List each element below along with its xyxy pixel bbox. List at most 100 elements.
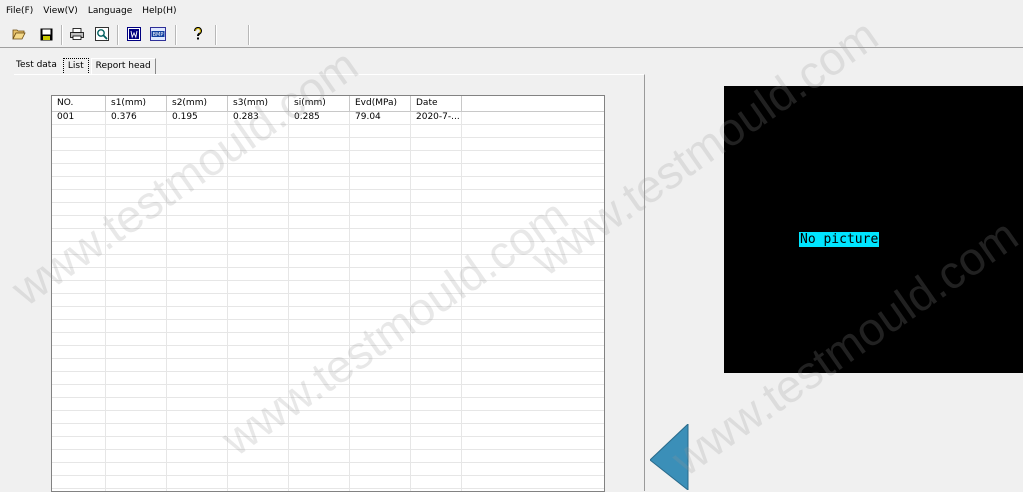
- empty-cell: [350, 151, 411, 163]
- toolbar: BMP: [0, 22, 1023, 48]
- empty-cell: [350, 372, 411, 384]
- empty-cell: [350, 216, 411, 228]
- empty-cell: [228, 268, 289, 280]
- empty-cell: [52, 398, 106, 410]
- empty-cell: [106, 203, 167, 215]
- empty-cell: [289, 333, 350, 345]
- empty-cell: [411, 385, 462, 397]
- cell-s2: 0.195: [167, 112, 228, 124]
- empty-cell: [167, 177, 228, 189]
- empty-cell: [289, 437, 350, 449]
- empty-cell: [289, 268, 350, 280]
- empty-cell: [411, 359, 462, 371]
- empty-cell: [167, 281, 228, 293]
- data-grid[interactable]: NO. s1(mm) s2(mm) s3(mm) si(mm) Evd(MPa)…: [51, 95, 605, 492]
- empty-cell: [52, 151, 106, 163]
- empty-cell: [289, 177, 350, 189]
- tab-test-data[interactable]: Test data: [16, 58, 61, 73]
- no-picture-label: No picture: [799, 232, 880, 247]
- empty-cell: [289, 320, 350, 332]
- empty-row: [52, 450, 604, 463]
- empty-cell: [350, 424, 411, 436]
- tab-strip: Test data List Report head: [16, 58, 158, 75]
- empty-row: [52, 385, 604, 398]
- empty-cell: [228, 138, 289, 150]
- empty-row: [52, 281, 604, 294]
- empty-cell: [228, 177, 289, 189]
- column-header-si[interactable]: si(mm): [289, 96, 350, 111]
- empty-cell: [52, 216, 106, 228]
- toolbar-separator: [175, 25, 177, 45]
- help-icon[interactable]: [189, 25, 207, 43]
- empty-cell: [228, 450, 289, 462]
- empty-cell: [411, 255, 462, 267]
- empty-cell: [167, 320, 228, 332]
- bmp-icon[interactable]: BMP: [149, 25, 167, 43]
- empty-cell: [411, 138, 462, 150]
- empty-cell: [167, 164, 228, 176]
- empty-cell: [106, 385, 167, 397]
- preview-icon[interactable]: [93, 25, 111, 43]
- tab-report-head[interactable]: Report head: [90, 58, 156, 74]
- empty-cell: [167, 437, 228, 449]
- empty-cell: [228, 151, 289, 163]
- empty-cell: [106, 255, 167, 267]
- column-header-no[interactable]: NO.: [52, 96, 106, 111]
- empty-cell: [411, 281, 462, 293]
- column-header-evd[interactable]: Evd(MPa): [350, 96, 411, 111]
- menu-file[interactable]: File(F): [0, 6, 37, 16]
- picture-preview: No picture: [724, 86, 1023, 373]
- empty-cell: [167, 463, 228, 475]
- empty-row: [52, 177, 604, 190]
- empty-cell: [106, 411, 167, 423]
- menu-view[interactable]: View(V): [37, 6, 82, 16]
- export-word-icon[interactable]: [125, 25, 143, 43]
- empty-row: [52, 138, 604, 151]
- empty-cell: [167, 242, 228, 254]
- empty-row: [52, 333, 604, 346]
- print-icon[interactable]: [68, 25, 86, 43]
- empty-cell: [167, 307, 228, 319]
- empty-cell: [350, 177, 411, 189]
- grid-header: NO. s1(mm) s2(mm) s3(mm) si(mm) Evd(MPa)…: [52, 96, 604, 112]
- empty-cell: [52, 463, 106, 475]
- empty-cell: [289, 281, 350, 293]
- column-header-s2[interactable]: s2(mm): [167, 96, 228, 111]
- empty-cell: [52, 476, 106, 488]
- empty-cell: [106, 281, 167, 293]
- table-row[interactable]: 001 0.376 0.195 0.283 0.285 79.04 2020-7…: [52, 112, 604, 125]
- empty-cell: [52, 138, 106, 150]
- save-icon[interactable]: [37, 25, 55, 43]
- column-header-date[interactable]: Date: [411, 96, 462, 111]
- empty-cell: [411, 424, 462, 436]
- empty-cell: [289, 190, 350, 202]
- column-header-s3[interactable]: s3(mm): [228, 96, 289, 111]
- empty-cell: [228, 359, 289, 371]
- empty-row: [52, 242, 604, 255]
- menu-help[interactable]: Help(H): [136, 6, 180, 16]
- toolbar-separator: [248, 25, 250, 45]
- empty-cell: [228, 411, 289, 423]
- empty-cell: [167, 372, 228, 384]
- empty-rows: [52, 125, 604, 491]
- cell-s3: 0.283: [228, 112, 289, 124]
- empty-cell: [228, 307, 289, 319]
- empty-cell: [350, 320, 411, 332]
- empty-cell: [167, 476, 228, 488]
- empty-cell: [52, 333, 106, 345]
- tab-list[interactable]: List: [62, 58, 89, 75]
- empty-cell: [167, 216, 228, 228]
- cell-si: 0.285: [289, 112, 350, 124]
- empty-cell: [289, 125, 350, 137]
- empty-cell: [52, 424, 106, 436]
- open-icon[interactable]: [10, 25, 28, 43]
- menu-language[interactable]: Language: [82, 6, 136, 16]
- empty-cell: [289, 424, 350, 436]
- toolbar-separator: [117, 25, 119, 45]
- empty-cell: [228, 216, 289, 228]
- splitter-arrow-icon[interactable]: [650, 424, 690, 490]
- empty-cell: [411, 125, 462, 137]
- empty-cell: [411, 476, 462, 488]
- empty-cell: [106, 268, 167, 280]
- column-header-s1[interactable]: s1(mm): [106, 96, 167, 111]
